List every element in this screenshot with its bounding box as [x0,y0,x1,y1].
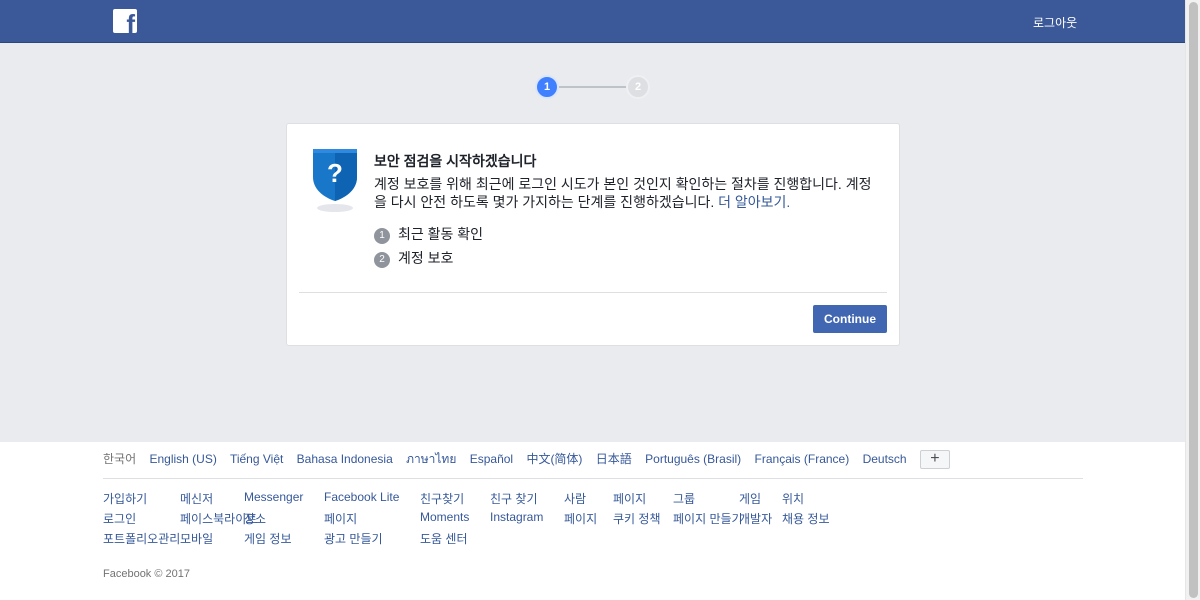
footer-links: 가입하기 로그인 포트폴리오관리 메신저 페이스북라이트 모바일 Messeng… [103,490,1083,560]
footer-link[interactable]: 사람 [564,490,586,507]
continue-button[interactable]: Continue [813,305,887,333]
language-link[interactable]: Português (Brasil) [645,452,741,466]
vertical-scrollbar[interactable] [1185,0,1200,600]
stepper-line [559,86,629,88]
footer-link[interactable]: 게임 [739,490,761,507]
item-label: 계정 보호 [398,250,454,266]
footer-link[interactable]: 게임 정보 [244,530,292,547]
top-navbar: f 로그아웃 [0,0,1185,43]
language-link[interactable]: 中文(简体) [526,452,582,466]
checklist-item: 1 최근 활동 확인 [374,224,484,244]
step-1-indicator: 1 [535,75,559,99]
footer-link[interactable]: 광고 만들기 [324,530,383,547]
footer-link[interactable]: 장소 [244,510,266,527]
footer-link[interactable]: Instagram [490,510,543,524]
footer-link[interactable]: 친구찾기 [420,490,464,507]
facebook-logo-icon[interactable]: f [113,9,137,33]
footer-link[interactable]: 페이지 [564,510,597,527]
language-selector: 한국어 English (US) Tiếng Việt Bahasa Indon… [103,450,950,470]
item-number-badge: 1 [374,228,390,244]
footer-link[interactable]: 페이지 [613,490,646,507]
item-label: 최근 활동 확인 [398,226,484,242]
language-link[interactable]: Deutsch [863,452,907,466]
language-link[interactable]: 日本語 [596,452,632,466]
footer-link[interactable]: 모바일 [180,530,213,547]
footer-link[interactable]: 포트폴리오관리 [103,530,180,547]
progress-stepper: 1 2 [535,75,653,101]
footer-link[interactable]: 메신저 [180,490,213,507]
card-divider [299,292,887,293]
item-number-badge: 2 [374,252,390,268]
security-check-card: ? 보안 점검을 시작하겠습니다 계정 보호를 위해 최근에 로그인 시도가 본… [286,123,900,346]
learn-more-link[interactable]: 더 알아보기. [718,194,790,210]
checklist-item: 2 계정 보호 [374,248,454,268]
footer-link[interactable]: 쿠키 정책 [613,510,661,527]
language-link[interactable]: Bahasa Indonesia [297,452,393,466]
language-link[interactable]: Español [470,452,513,466]
step-2-indicator: 2 [626,75,650,99]
footer-link[interactable]: 페이지 [324,510,357,527]
footer-link[interactable]: 채용 정보 [782,510,830,527]
footer-link[interactable]: 친구 찾기 [490,490,538,507]
more-languages-button[interactable]: + [919,450,950,470]
footer-link[interactable]: 페이지 만들기 [673,510,743,527]
card-description: 계정 보호를 위해 최근에 로그인 시도가 본인 것인지 확인하는 절차를 진행… [374,175,874,211]
language-link[interactable]: Français (France) [755,452,850,466]
footer: 한국어 English (US) Tiếng Việt Bahasa Indon… [0,442,1185,600]
footer-link[interactable]: Facebook Lite [324,490,399,504]
main-content: 1 2 ? 보안 점검을 시작하겠습니다 계정 보호를 위해 최근에 로그인 시… [0,43,1185,442]
language-link: 한국어 [103,452,137,466]
footer-link[interactable]: 가입하기 [103,490,147,507]
footer-link[interactable]: 로그인 [103,510,136,527]
footer-link[interactable]: Messenger [244,490,303,504]
scrollbar-thumb[interactable] [1189,2,1198,598]
footer-link[interactable]: Moments [420,510,469,524]
footer-link[interactable]: 개발자 [739,510,772,527]
footer-divider [103,478,1083,479]
copyright-text: Facebook © 2017 [103,568,190,580]
footer-link[interactable]: 도움 센터 [420,530,468,547]
shield-question-icon: ? [313,149,357,212]
language-link[interactable]: Tiếng Việt [230,452,283,466]
description-text: 계정 보호를 위해 최근에 로그인 시도가 본인 것인지 확인하는 절차를 진행… [374,176,872,210]
card-title: 보안 점검을 시작하겠습니다 [374,153,537,169]
language-link[interactable]: English (US) [149,452,216,466]
language-link[interactable]: ภาษาไทย [406,452,456,466]
logout-link[interactable]: 로그아웃 [1033,14,1077,31]
footer-link[interactable]: 위치 [782,490,804,507]
svg-text:?: ? [327,158,343,188]
footer-link[interactable]: 그룹 [673,490,695,507]
